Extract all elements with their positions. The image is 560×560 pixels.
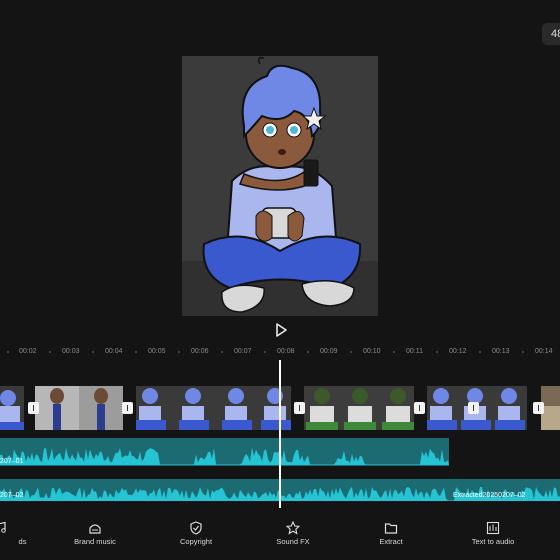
tick-dot [264,351,266,353]
video-clip[interactable] [136,386,291,430]
clip-thumbnail [0,386,24,430]
text-to-audio-button[interactable]: Text to audio [448,515,538,560]
tick-dot [479,351,481,353]
clip-thumbnail [35,386,123,430]
tool-label: Brand music [74,537,116,546]
tick-dot [49,351,51,353]
ruler-label: 00:12 [449,348,467,355]
tool-label: Extract [379,537,403,546]
audio-clip-label: 207–02 [0,492,24,499]
shield-check-icon [190,521,202,535]
video-clip[interactable] [35,386,123,430]
ruler-label: 00:13 [492,348,510,355]
audio-clip-label: 207–01 [0,458,24,465]
tick-dot [393,351,395,353]
video-clip[interactable] [304,386,414,430]
ruler-label: 00:05 [148,348,166,355]
tool-label: ds [18,537,27,546]
character-illustration [182,56,378,316]
timeline-ruler[interactable]: 00:02 00:03 00:04 00:05 00:06 00:07 00:0… [0,344,560,360]
tick-dot [178,351,180,353]
tick-dot [7,351,9,353]
waveform [0,447,449,465]
music-note-icon [0,521,6,533]
video-preview [182,56,378,316]
play-icon[interactable] [275,323,287,337]
resolution-badge[interactable]: 48 [542,23,560,45]
transition-marker[interactable] [122,402,133,414]
sounds-button[interactable]: ds [0,515,45,560]
tool-label: Copyright [179,537,213,546]
ruler-label: 00:10 [363,348,381,355]
tick-dot [92,351,94,353]
transition-marker[interactable] [468,402,479,414]
ruler-label: 00:02 [19,348,37,355]
ruler-label: 00:09 [320,348,338,355]
clip-thumbnail [304,386,414,430]
transition-marker[interactable] [414,402,425,414]
extract-button[interactable]: Extract [346,515,436,560]
video-clip[interactable] [0,386,24,430]
tool-label: Sound FX [276,537,310,546]
transition-marker[interactable] [533,402,544,414]
ruler-label: 00:11 [406,348,423,355]
audio-toolbar: ds Brand music Copyright Sound FX Extrac… [0,515,560,560]
ruler-label: 00:14 [535,348,553,355]
ruler-label: 00:07 [234,348,252,355]
star-icon [286,521,300,535]
tick-dot [350,351,352,353]
clip-thumbnail [136,386,291,430]
playhead[interactable] [279,360,281,508]
folder-icon [384,523,398,534]
tick-dot [221,351,223,353]
ruler-label: 00:03 [62,348,80,355]
ruler-label: 00:04 [105,348,123,355]
ruler-label: 00:08 [277,348,295,355]
tick-dot [522,351,524,353]
text-to-audio-icon [486,521,500,535]
copyright-button[interactable]: Copyright [151,515,241,560]
ruler-label: 00:06 [191,348,209,355]
brand-music-button[interactable]: Brand music [50,515,140,560]
sound-fx-button[interactable]: Sound FX [248,515,338,560]
tool-label: Text to audio [471,537,515,546]
audio-clip-label: Extracted20250207–02 [453,492,526,499]
brand-music-icon [89,524,101,534]
tick-dot [307,351,309,353]
transition-marker[interactable] [28,402,39,414]
transition-marker[interactable] [294,402,305,414]
tick-dot [135,351,137,353]
tick-dot [436,351,438,353]
audio-track-1[interactable]: 207–01 [0,438,449,466]
